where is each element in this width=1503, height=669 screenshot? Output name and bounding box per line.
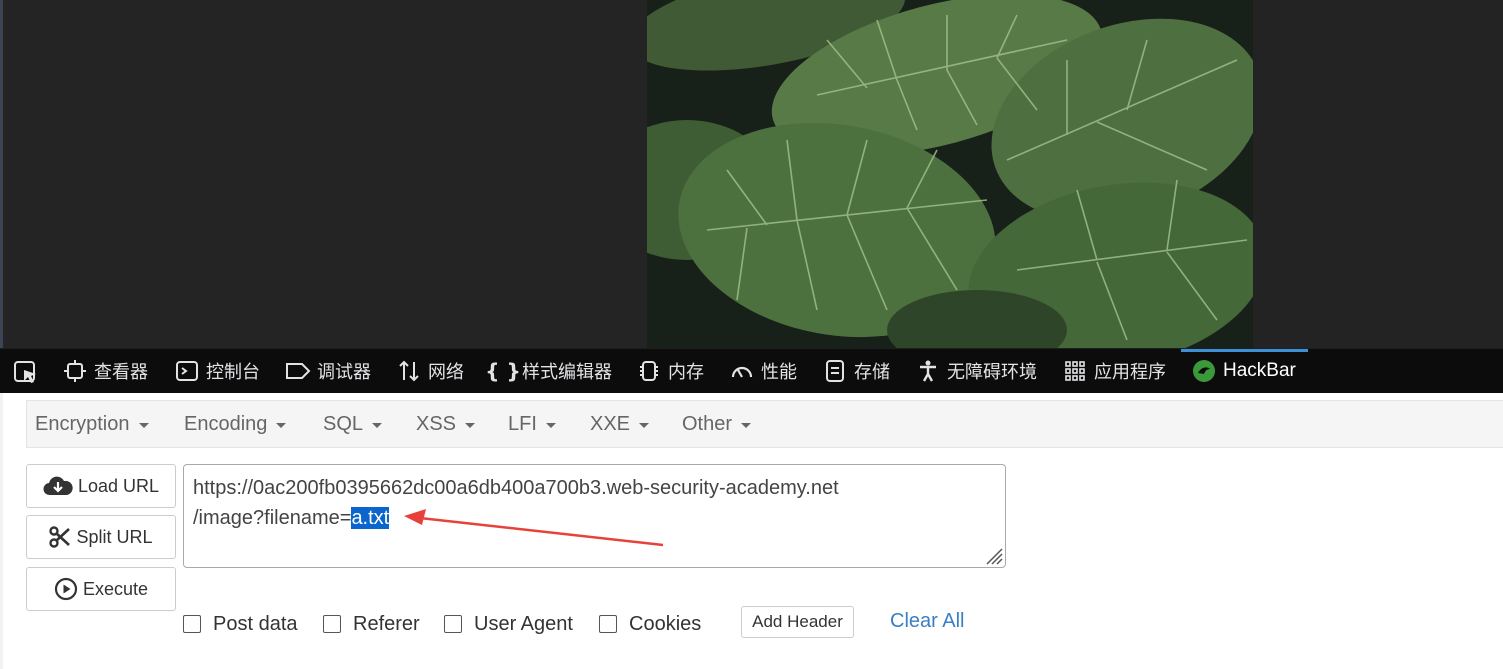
tab-label: 应用程序 (1094, 362, 1166, 383)
caret-down-icon (545, 422, 556, 428)
page-viewport (0, 0, 1503, 348)
play-circle-icon (54, 577, 78, 601)
checkbox-box[interactable] (323, 615, 341, 633)
tab-label: 样式编辑器 (522, 362, 612, 383)
checkbox-box[interactable] (599, 615, 617, 633)
tab-debugger[interactable]: 调试器 (285, 349, 371, 393)
performance-icon (729, 358, 755, 384)
panel-edge (0, 393, 3, 669)
leaves-image (647, 0, 1253, 348)
add-header-button[interactable]: Add Header (741, 606, 854, 638)
cookies-checkbox[interactable]: Cookies (599, 612, 701, 636)
tab-label: 内存 (668, 362, 704, 383)
referer-checkbox[interactable]: Referer (323, 612, 420, 636)
tab-label: 控制台 (206, 362, 260, 383)
tab-label: 查看器 (94, 362, 148, 383)
console-icon (174, 358, 200, 384)
tab-hackbar[interactable]: HackBar (1191, 349, 1296, 393)
menu-other[interactable]: Other (682, 401, 752, 447)
inspector-icon (62, 358, 88, 384)
devtools-toolbar: 查看器 控制台 调试器 网络 { } 样式编辑器 内存 性能 存储 无障碍环境 … (0, 348, 1503, 393)
cloud-download-icon (43, 475, 73, 497)
tab-console[interactable]: 控制台 (174, 349, 260, 393)
resize-grip-icon[interactable] (983, 545, 1003, 565)
scissors-icon (49, 526, 71, 548)
menu-xxe[interactable]: XXE (590, 401, 650, 447)
menu-label: XXE (590, 412, 631, 435)
tab-label: 性能 (761, 362, 797, 383)
storage-icon (822, 358, 848, 384)
tab-label: 无障碍环境 (947, 362, 1037, 383)
style-editor-icon: { } (485, 359, 521, 383)
split-url-button[interactable]: Split URL (26, 515, 176, 559)
caret-down-icon (276, 422, 287, 428)
checkbox-box[interactable] (183, 615, 201, 633)
tab-style-editor[interactable]: { } 样式编辑器 (485, 349, 612, 393)
hackbar-icon (1191, 358, 1217, 384)
tab-label: 存储 (854, 362, 890, 383)
menu-sql[interactable]: SQL (323, 401, 383, 447)
caret-down-icon (465, 422, 476, 428)
tab-inspector[interactable]: 查看器 (62, 349, 148, 393)
load-url-button[interactable]: Load URL (26, 464, 176, 508)
button-label: Split URL (76, 526, 153, 547)
menu-label: XSS (416, 412, 457, 435)
menu-label: LFI (508, 412, 537, 435)
checkbox-label: Cookies (629, 612, 702, 635)
hackbar-menubar: Encryption Encoding SQL XSS LFI XXE Othe… (26, 400, 1503, 448)
menu-encryption[interactable]: Encryption (35, 401, 149, 447)
menu-label: Encryption (35, 412, 130, 435)
checkbox-box[interactable] (444, 615, 462, 633)
application-icon (1062, 358, 1088, 384)
menu-label: Other (682, 412, 733, 435)
tab-label: 网络 (428, 362, 464, 383)
caret-down-icon (138, 422, 149, 428)
post-data-checkbox[interactable]: Post data (183, 612, 298, 636)
url-textarea[interactable]: https://0ac200fb0395662dc00a6db400a700b3… (183, 464, 1006, 568)
caret-down-icon (639, 422, 650, 428)
accessibility-icon (915, 358, 941, 384)
tab-application[interactable]: 应用程序 (1062, 349, 1166, 393)
button-label: Execute (82, 578, 149, 599)
checkbox-label: Referer (353, 612, 420, 635)
page-background (1253, 0, 1503, 348)
tab-accessibility[interactable]: 无障碍环境 (915, 349, 1037, 393)
element-picker-icon[interactable] (12, 358, 40, 386)
menu-lfi[interactable]: LFI (508, 401, 556, 447)
tab-performance[interactable]: 性能 (729, 349, 797, 393)
selected-text: a.txt (351, 507, 390, 529)
debugger-icon (285, 358, 311, 384)
url-text-line: /image?filename=a.txt (193, 507, 390, 530)
button-label: Load URL (77, 475, 160, 496)
caret-down-icon (741, 422, 752, 428)
window-edge (0, 0, 3, 348)
checkbox-label: Post data (213, 612, 298, 635)
tab-label: HackBar (1223, 360, 1296, 381)
tab-network[interactable]: 网络 (396, 349, 464, 393)
user-agent-checkbox[interactable]: User Agent (444, 612, 573, 636)
menu-xss[interactable]: XSS (416, 401, 476, 447)
url-text-line: https://0ac200fb0395662dc00a6db400a700b3… (193, 477, 839, 499)
execute-button[interactable]: Execute (26, 567, 176, 611)
network-icon (396, 358, 422, 384)
caret-down-icon (372, 422, 383, 428)
tab-memory[interactable]: 内存 (636, 349, 704, 393)
checkbox-label: User Agent (474, 612, 573, 635)
tab-label: 调试器 (317, 362, 371, 383)
menu-label: SQL (323, 412, 364, 435)
memory-icon (636, 358, 662, 384)
tab-storage[interactable]: 存储 (822, 349, 890, 393)
menu-label: Encoding (184, 412, 268, 435)
clear-all-link[interactable]: Clear All (890, 610, 964, 633)
url-path: /image?filename= (193, 507, 352, 529)
menu-encoding[interactable]: Encoding (184, 401, 287, 447)
